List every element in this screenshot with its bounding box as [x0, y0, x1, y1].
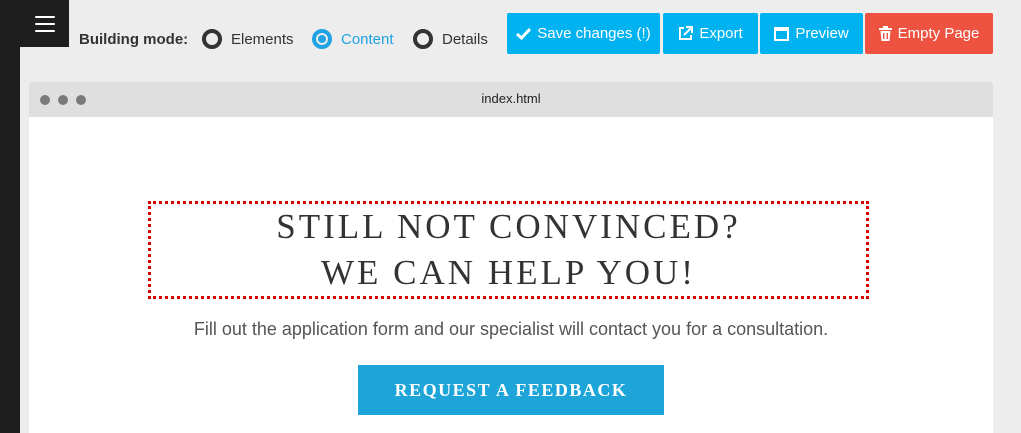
hamburger-menu-icon-bar [34, 22, 55, 25]
headline-line-2[interactable]: WE CAN HELP YOU! [321, 250, 696, 296]
mode-radio-elements[interactable]: Elements [202, 29, 294, 49]
menu-button[interactable] [20, 0, 69, 47]
request-feedback-button[interactable]: REQUEST A FEEDBACK [358, 365, 664, 415]
browser-title-bar: index.html [29, 82, 993, 117]
empty-page-button-label: Empty Page [897, 25, 980, 42]
hamburger-menu-icon-bar [34, 29, 55, 32]
export-button[interactable]: Export [663, 13, 758, 54]
mode-radio-content[interactable]: Content [312, 29, 394, 49]
save-button-label: Save changes (!) [537, 25, 651, 42]
mode-radio-label: Details [442, 30, 488, 48]
preview-button-label: Preview [795, 25, 849, 42]
empty-page-button[interactable]: Empty Page [865, 13, 993, 54]
left-sidebar-strip [0, 0, 20, 433]
check-icon [516, 27, 532, 40]
external-link-icon [679, 26, 694, 40]
window-icon [774, 26, 790, 41]
mode-radio-label: Elements [231, 30, 294, 48]
selected-headline-block[interactable]: STILL NOT CONVINCED? WE CAN HELP YOU! [148, 201, 869, 299]
hamburger-menu-icon [34, 15, 55, 18]
radio-icon [202, 29, 222, 49]
radio-selected-icon [312, 29, 332, 49]
mode-radio-details[interactable]: Details [413, 29, 488, 49]
headline-line-1[interactable]: STILL NOT CONVINCED? [276, 204, 740, 250]
save-changes-button[interactable]: Save changes (!) [507, 13, 660, 54]
preview-button[interactable]: Preview [760, 13, 863, 54]
subtext-paragraph[interactable]: Fill out the application form and our sp… [29, 319, 993, 340]
export-button-label: Export [699, 25, 743, 42]
trash-icon [878, 26, 892, 41]
building-mode-label: Building mode: [79, 31, 189, 48]
mode-radio-label: Content [341, 30, 394, 48]
browser-tab-title: index.html [481, 91, 541, 106]
browser-preview-window: index.html STILL NOT CONVINCED? WE CAN H… [29, 82, 993, 433]
radio-icon [413, 29, 433, 49]
